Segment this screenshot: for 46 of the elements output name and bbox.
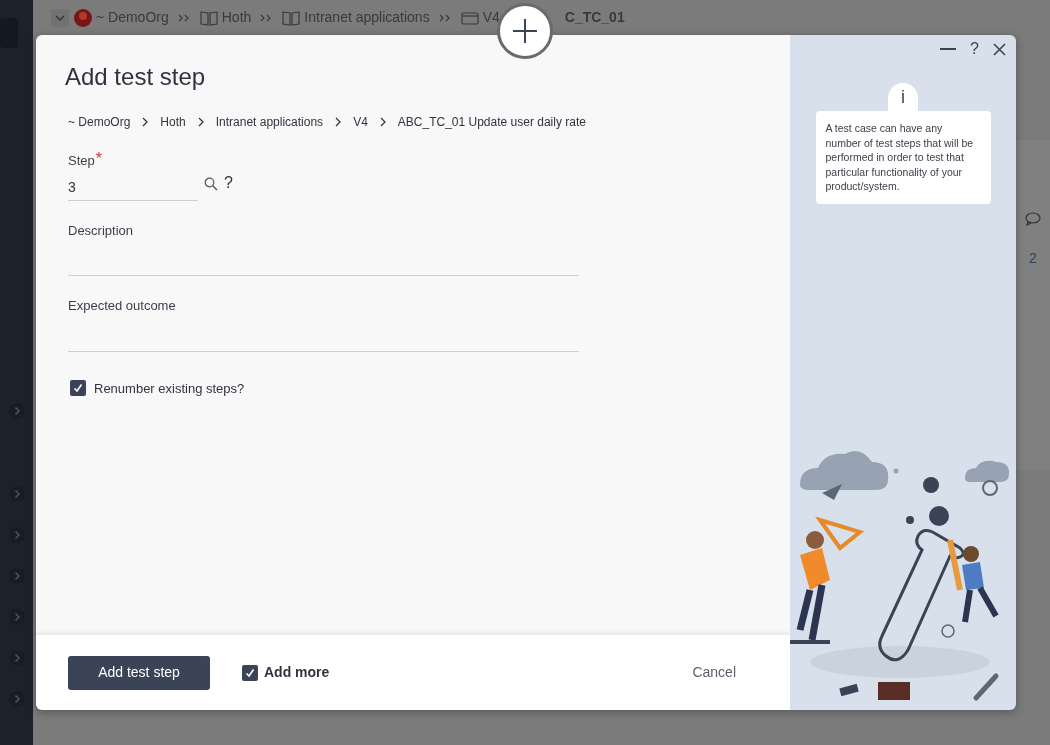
check-icon (73, 383, 83, 394)
chevron-icon (176, 12, 191, 23)
breadcrumb-link[interactable]: ABC_TC_01 Update user daily rate (397, 113, 586, 131)
dropdown-icon[interactable] (51, 8, 69, 27)
field-label: Description (68, 221, 134, 240)
help-link[interactable]: ? (224, 170, 233, 195)
check-icon (245, 667, 255, 678)
checkbox[interactable] (70, 380, 86, 397)
checkbox-label: Add more (264, 663, 330, 682)
count-text: 2 (1029, 249, 1037, 268)
comment-icon (1025, 212, 1041, 226)
chevron-icon[interactable] (8, 527, 25, 543)
plus-icon (512, 18, 538, 44)
close-icon[interactable] (993, 42, 1006, 56)
minimize-icon[interactable] (940, 47, 957, 51)
required-mark: * (95, 151, 102, 167)
breadcrumb-link[interactable]: V4 (353, 113, 368, 131)
breadcrumb-link[interactable]: Intranet applications (215, 113, 324, 131)
breadcrumb-link[interactable]: ~ DemoOrg (68, 113, 131, 131)
breadcrumb-link[interactable]: Hoth (160, 113, 186, 131)
chevron-icon (142, 117, 149, 127)
chevron-icon (335, 117, 342, 127)
field-label: Expected outcome (68, 297, 176, 315)
chevron-icon[interactable] (8, 403, 25, 419)
submit-button[interactable]: Add test step (68, 655, 210, 690)
chevron-icon[interactable] (8, 609, 25, 625)
book-icon (199, 9, 218, 26)
checkbox-label: Renumber existing steps? (94, 379, 245, 398)
help-button[interactable]: ? (970, 37, 979, 61)
cancel-button[interactable]: Cancel (692, 662, 736, 683)
chevron-icon[interactable] (8, 691, 25, 707)
chevron-icon[interactable] (8, 486, 25, 502)
avatar-icon (74, 8, 92, 27)
info-text: A test case can have any number of test steps that will be performed in order to test that particular functionality of your product/system. (815, 111, 991, 204)
chevron-icon[interactable] (8, 650, 25, 666)
search-icon[interactable] (204, 176, 218, 191)
chevron-icon (379, 117, 386, 127)
checkbox[interactable] (242, 664, 258, 681)
chevron-icon (437, 12, 452, 23)
chevron-icon (197, 117, 204, 127)
folder-icon (460, 10, 479, 25)
chevron-icon[interactable] (8, 568, 25, 584)
book-icon (282, 9, 301, 26)
field-label: Step (68, 152, 95, 170)
step-input-field[interactable]: 3 (68, 174, 198, 201)
dialog-title: Add test step (65, 62, 207, 92)
